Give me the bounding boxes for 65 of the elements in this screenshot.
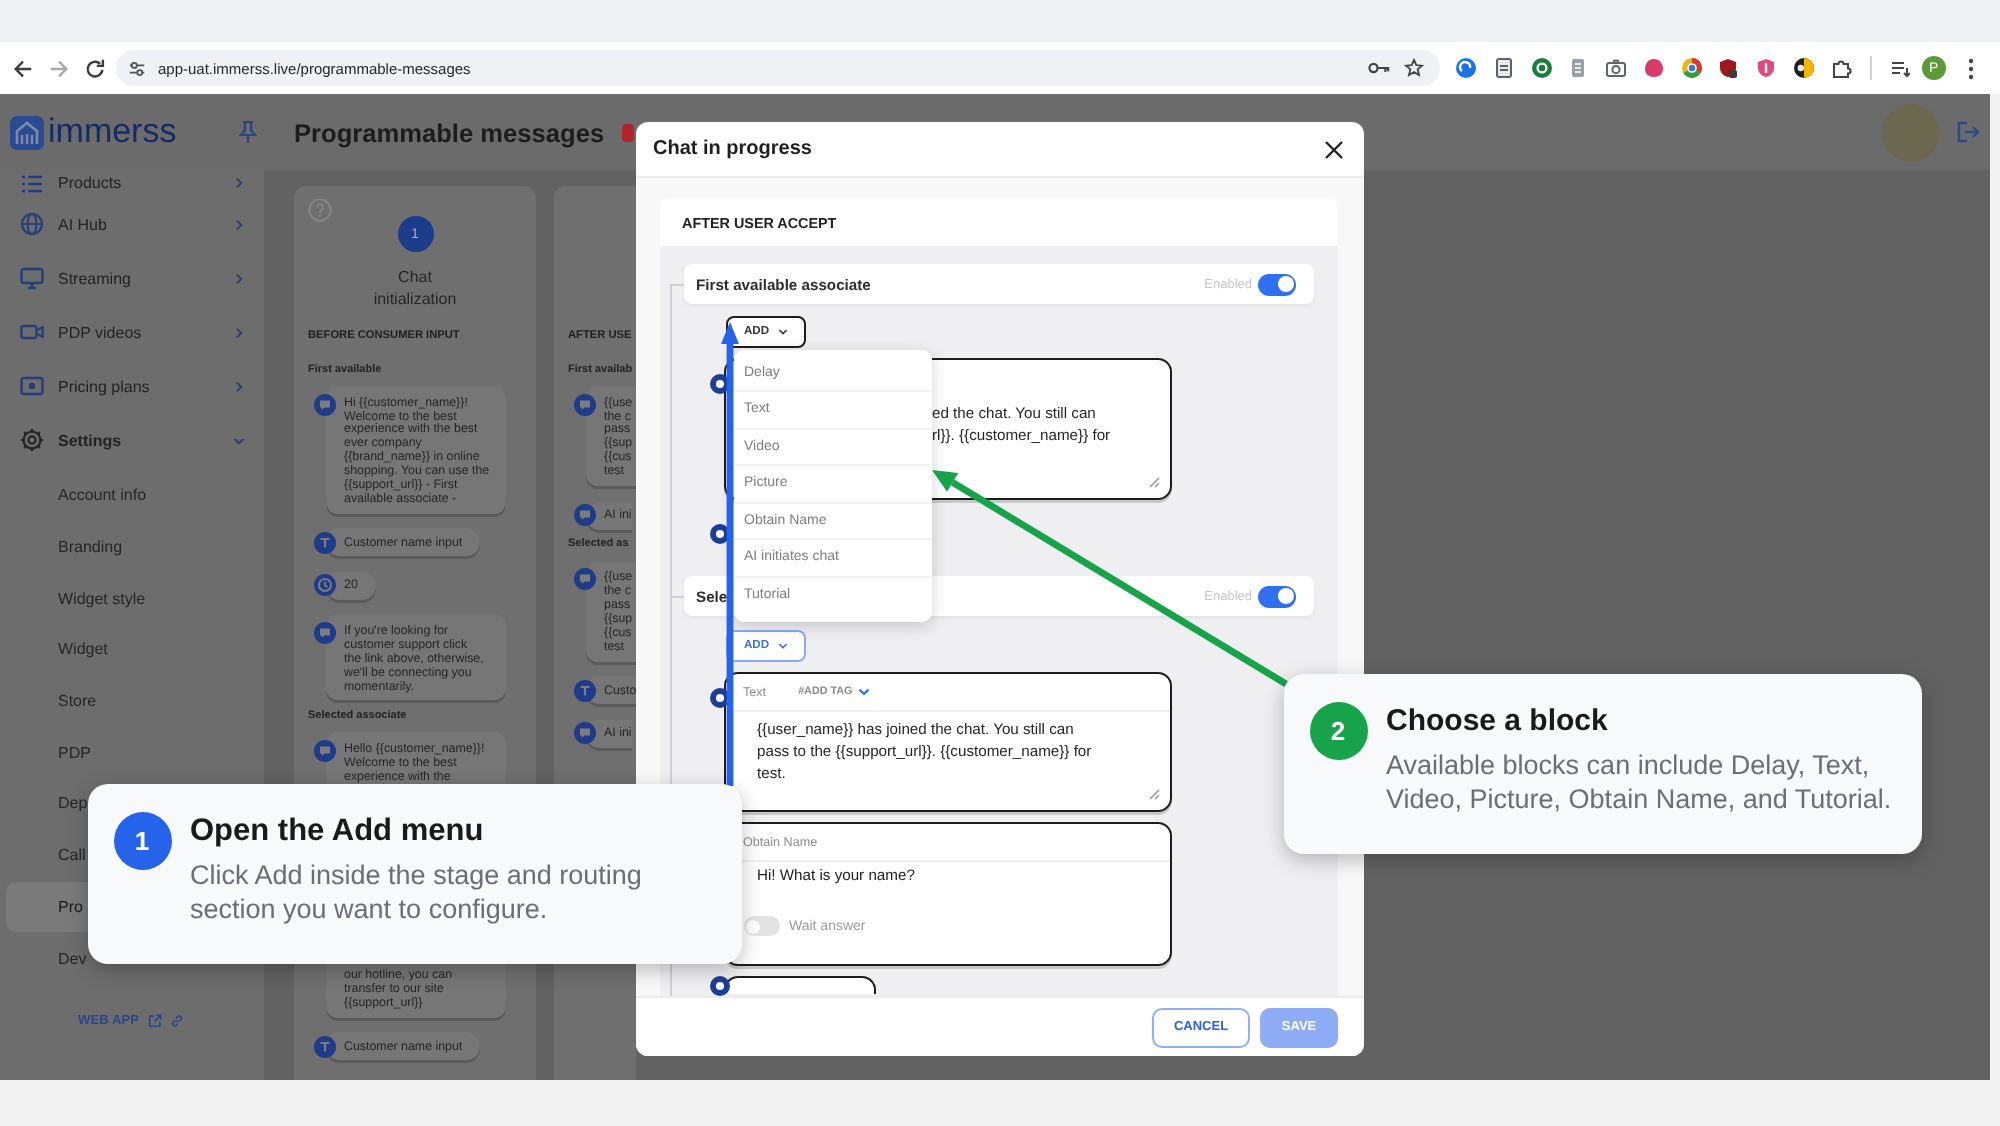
- sidebar-item[interactable]: Branding: [6, 521, 260, 573]
- sidebar-item[interactable]: Settings: [0, 413, 264, 467]
- sidebar-item[interactable]: Products: [0, 170, 264, 197]
- text-icon: [574, 679, 596, 702]
- sidebar-item[interactable]: Store: [6, 675, 260, 727]
- close-button[interactable]: [1322, 137, 1346, 161]
- sliders-icon[interactable]: [128, 59, 146, 77]
- caret-icon: [777, 328, 788, 336]
- screen-icon: [20, 374, 44, 398]
- swirl-icon[interactable]: [1455, 58, 1476, 78]
- gear-icon: [20, 428, 44, 452]
- disc-icon[interactable]: [1794, 58, 1815, 78]
- list-icon[interactable]: [1889, 58, 1910, 78]
- callout-text: Click Add inside the stage and routing section you want to configure.: [190, 860, 644, 926]
- ring-icon[interactable]: [1531, 58, 1552, 78]
- close-icon: [1324, 139, 1344, 159]
- globe-icon: [20, 212, 44, 236]
- sidebar-item[interactable]: Pricing plans: [0, 359, 264, 413]
- dialog-title: Chat in progress: [653, 138, 812, 160]
- document-icon[interactable]: [1568, 58, 1589, 78]
- forward-icon[interactable]: [47, 57, 69, 79]
- toggle-switch[interactable]: [1258, 585, 1296, 607]
- list-icon: [20, 171, 44, 196]
- toggle-switch[interactable]: [1258, 273, 1296, 295]
- more-options-icon[interactable]: [1968, 57, 1975, 79]
- node-icon: [710, 688, 730, 708]
- key-icon[interactable]: [1368, 60, 1390, 76]
- callout-title: Open the Add menu: [190, 814, 486, 850]
- blob-icon[interactable]: [1643, 58, 1664, 78]
- sidebar-item[interactable]: AI Hub: [0, 197, 264, 251]
- logo-text[interactable]: immerss: [48, 112, 177, 152]
- logo-icon[interactable]: [10, 115, 44, 149]
- sidebar-item[interactable]: PDP: [6, 726, 260, 779]
- sidebar-item[interactable]: Streaming: [0, 251, 264, 305]
- camera-icon[interactable]: [1606, 58, 1627, 78]
- resize-handle-icon[interactable]: [1148, 476, 1160, 488]
- puzzle-icon[interactable]: [1831, 58, 1852, 78]
- shield-icon[interactable]: [1718, 58, 1739, 78]
- sidebar-item[interactable]: PDP videos: [0, 305, 264, 359]
- text-icon: [314, 1035, 336, 1057]
- video-camera-icon: [20, 320, 44, 344]
- stage-title: Chat initialization: [371, 265, 459, 309]
- callout-title: Choose a block: [1386, 704, 1610, 740]
- reload-icon[interactable]: [83, 57, 105, 79]
- page-title: Programmable messages: [294, 117, 605, 147]
- page-icon[interactable]: [1493, 58, 1514, 78]
- toggle-switch[interactable]: [743, 916, 779, 936]
- callout-text: Available blocks can include Delay, Text, Video, Picture, Obtain Name, and Tutorial.: [1386, 750, 1894, 816]
- back-icon[interactable]: [11, 57, 33, 79]
- star-icon[interactable]: [1404, 58, 1424, 78]
- sidebar-item[interactable]: Widget: [6, 624, 260, 676]
- resize-handle-icon[interactable]: [1148, 788, 1160, 800]
- step-number: 1: [113, 811, 171, 869]
- caret-icon: [858, 688, 871, 696]
- caret-icon: [777, 642, 788, 650]
- text-icon: [314, 531, 336, 554]
- sidebar-item[interactable]: Widget style: [6, 572, 260, 625]
- badge-icon: [622, 123, 635, 141]
- node-icon: [710, 524, 730, 544]
- node-icon: [710, 374, 730, 394]
- step-number: 2: [1309, 701, 1367, 759]
- wheel-icon[interactable]: [1681, 58, 1702, 78]
- monitor-icon: [20, 266, 44, 290]
- sidebar-item[interactable]: Account info: [6, 470, 260, 522]
- block-card[interactable]: [724, 976, 876, 994]
